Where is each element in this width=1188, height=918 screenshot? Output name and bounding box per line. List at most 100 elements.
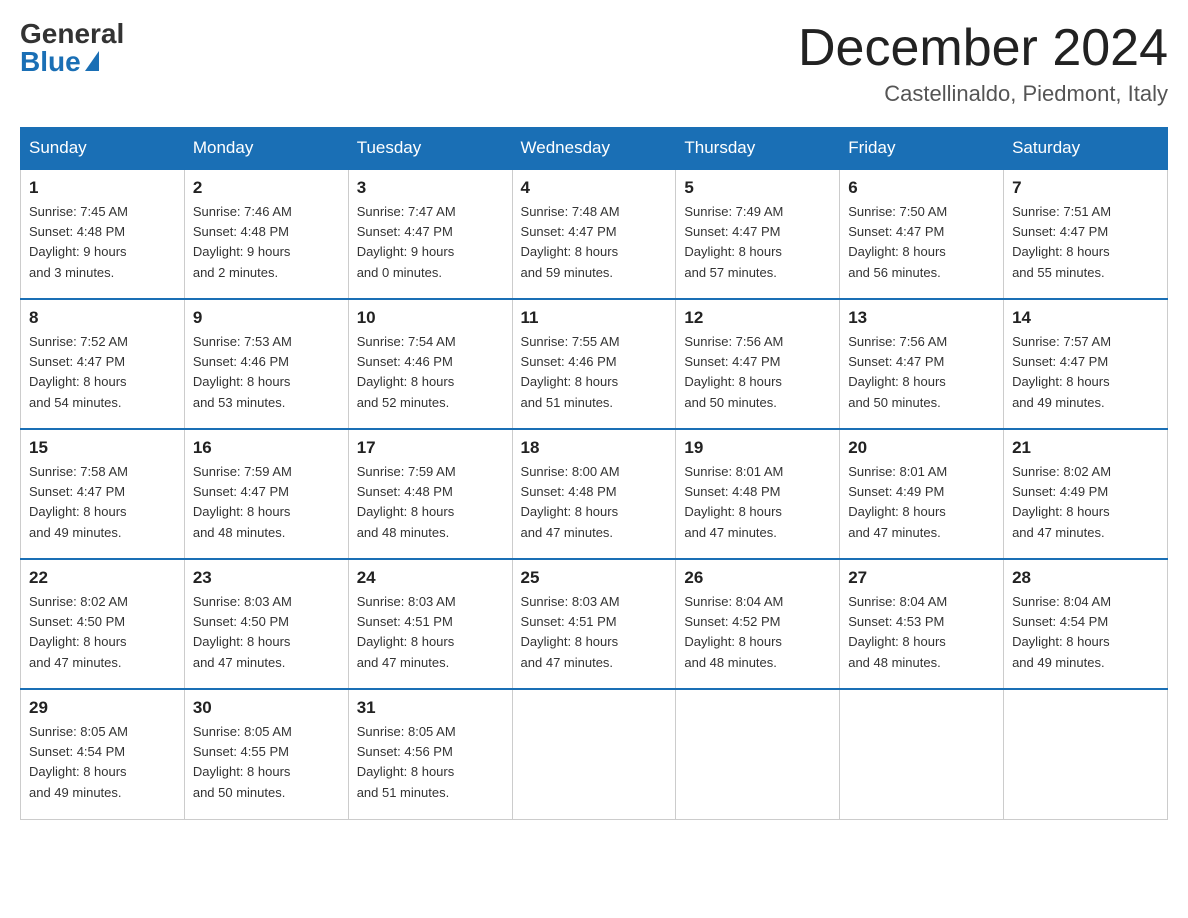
day-number: 11 [521,308,668,328]
day-info: Sunrise: 8:01 AM Sunset: 4:49 PM Dayligh… [848,462,995,543]
day-cell: 10 Sunrise: 7:54 AM Sunset: 4:46 PM Dayli… [348,299,512,429]
day-info: Sunrise: 7:51 AM Sunset: 4:47 PM Dayligh… [1012,202,1159,283]
calendar-subtitle: Castellinaldo, Piedmont, Italy [798,81,1168,107]
day-info: Sunrise: 7:54 AM Sunset: 4:46 PM Dayligh… [357,332,504,413]
day-number: 24 [357,568,504,588]
day-info: Sunrise: 7:53 AM Sunset: 4:46 PM Dayligh… [193,332,340,413]
day-number: 4 [521,178,668,198]
day-info: Sunrise: 7:52 AM Sunset: 4:47 PM Dayligh… [29,332,176,413]
page-header: General Blue December 2024 Castellinaldo… [20,20,1168,107]
day-cell: 12 Sunrise: 7:56 AM Sunset: 4:47 PM Dayli… [676,299,840,429]
day-info: Sunrise: 8:05 AM Sunset: 4:54 PM Dayligh… [29,722,176,803]
day-number: 20 [848,438,995,458]
day-cell: 13Sunrise: 7:56 AM Sunset: 4:47 PM Dayli… [840,299,1004,429]
day-header-monday: Monday [184,128,348,170]
day-number: 30 [193,698,340,718]
day-cell [840,689,1004,819]
day-info: Sunrise: 7:45 AM Sunset: 4:48 PM Dayligh… [29,202,176,283]
day-number: 27 [848,568,995,588]
day-number: 1 [29,178,176,198]
day-cell: 16Sunrise: 7:59 AM Sunset: 4:47 PM Dayli… [184,429,348,559]
day-cell: 7Sunrise: 7:51 AM Sunset: 4:47 PM Daylig… [1004,169,1168,299]
day-number: 3 [357,178,504,198]
logo-blue-text: Blue [20,48,99,76]
day-cell: 30 Sunrise: 8:05 AM Sunset: 4:55 PM Dayli… [184,689,348,819]
day-cell [1004,689,1168,819]
day-header-wednesday: Wednesday [512,128,676,170]
day-number: 14 [1012,308,1159,328]
day-info: Sunrise: 8:03 AM Sunset: 4:50 PM Dayligh… [193,592,340,673]
week-row-3: 15Sunrise: 7:58 AM Sunset: 4:47 PM Dayli… [21,429,1168,559]
day-number: 21 [1012,438,1159,458]
day-cell: 8 Sunrise: 7:52 AM Sunset: 4:47 PM Daylig… [21,299,185,429]
day-info: Sunrise: 8:01 AM Sunset: 4:48 PM Dayligh… [684,462,831,543]
day-info: Sunrise: 7:46 AM Sunset: 4:48 PM Dayligh… [193,202,340,283]
day-cell: 31 Sunrise: 8:05 AM Sunset: 4:56 PM Dayli… [348,689,512,819]
day-info: Sunrise: 7:56 AM Sunset: 4:47 PM Dayligh… [684,332,831,413]
day-cell [676,689,840,819]
title-block: December 2024 Castellinaldo, Piedmont, I… [798,20,1168,107]
day-cell: 29Sunrise: 8:05 AM Sunset: 4:54 PM Dayli… [21,689,185,819]
day-cell: 23Sunrise: 8:03 AM Sunset: 4:50 PM Dayli… [184,559,348,689]
calendar-title: December 2024 [798,20,1168,77]
day-cell: 26Sunrise: 8:04 AM Sunset: 4:52 PM Dayli… [676,559,840,689]
day-header-friday: Friday [840,128,1004,170]
day-number: 2 [193,178,340,198]
day-number: 18 [521,438,668,458]
day-cell: 27 Sunrise: 8:04 AM Sunset: 4:53 PM Dayli… [840,559,1004,689]
logo: General Blue [20,20,124,76]
logo-triangle-icon [85,51,99,71]
day-header-sunday: Sunday [21,128,185,170]
day-info: Sunrise: 7:58 AM Sunset: 4:47 PM Dayligh… [29,462,176,543]
day-number: 17 [357,438,504,458]
day-info: Sunrise: 7:50 AM Sunset: 4:47 PM Dayligh… [848,202,995,283]
day-number: 28 [1012,568,1159,588]
day-cell: 9Sunrise: 7:53 AM Sunset: 4:46 PM Daylig… [184,299,348,429]
day-cell: 14 Sunrise: 7:57 AM Sunset: 4:47 PM Dayli… [1004,299,1168,429]
day-number: 12 [684,308,831,328]
day-info: Sunrise: 8:02 AM Sunset: 4:49 PM Dayligh… [1012,462,1159,543]
day-number: 25 [521,568,668,588]
day-info: Sunrise: 8:04 AM Sunset: 4:54 PM Dayligh… [1012,592,1159,673]
day-info: Sunrise: 8:03 AM Sunset: 4:51 PM Dayligh… [521,592,668,673]
day-info: Sunrise: 8:02 AM Sunset: 4:50 PM Dayligh… [29,592,176,673]
day-info: Sunrise: 7:59 AM Sunset: 4:47 PM Dayligh… [193,462,340,543]
day-header-saturday: Saturday [1004,128,1168,170]
day-cell: 20 Sunrise: 8:01 AM Sunset: 4:49 PM Dayli… [840,429,1004,559]
week-row-5: 29Sunrise: 8:05 AM Sunset: 4:54 PM Dayli… [21,689,1168,819]
day-cell: 4Sunrise: 7:48 AM Sunset: 4:47 PM Daylig… [512,169,676,299]
day-info: Sunrise: 8:04 AM Sunset: 4:53 PM Dayligh… [848,592,995,673]
day-info: Sunrise: 8:05 AM Sunset: 4:55 PM Dayligh… [193,722,340,803]
day-cell: 22 Sunrise: 8:02 AM Sunset: 4:50 PM Dayli… [21,559,185,689]
day-cell: 15Sunrise: 7:58 AM Sunset: 4:47 PM Dayli… [21,429,185,559]
day-info: Sunrise: 8:05 AM Sunset: 4:56 PM Dayligh… [357,722,504,803]
day-cell: 28 Sunrise: 8:04 AM Sunset: 4:54 PM Dayli… [1004,559,1168,689]
logo-general-text: General [20,20,124,48]
day-info: Sunrise: 7:59 AM Sunset: 4:48 PM Dayligh… [357,462,504,543]
day-info: Sunrise: 7:56 AM Sunset: 4:47 PM Dayligh… [848,332,995,413]
day-info: Sunrise: 7:49 AM Sunset: 4:47 PM Dayligh… [684,202,831,283]
day-cell: 24Sunrise: 8:03 AM Sunset: 4:51 PM Dayli… [348,559,512,689]
day-cell: 25 Sunrise: 8:03 AM Sunset: 4:51 PM Dayli… [512,559,676,689]
day-cell: 3 Sunrise: 7:47 AM Sunset: 4:47 PM Daylig… [348,169,512,299]
day-number: 5 [684,178,831,198]
day-cell: 2 Sunrise: 7:46 AM Sunset: 4:48 PM Daylig… [184,169,348,299]
day-cell: 19Sunrise: 8:01 AM Sunset: 4:48 PM Dayli… [676,429,840,559]
week-row-2: 8 Sunrise: 7:52 AM Sunset: 4:47 PM Daylig… [21,299,1168,429]
day-info: Sunrise: 7:55 AM Sunset: 4:46 PM Dayligh… [521,332,668,413]
week-row-1: 1 Sunrise: 7:45 AM Sunset: 4:48 PM Daylig… [21,169,1168,299]
day-cell: 18 Sunrise: 8:00 AM Sunset: 4:48 PM Dayli… [512,429,676,559]
day-header-tuesday: Tuesday [348,128,512,170]
day-cell [512,689,676,819]
day-info: Sunrise: 7:47 AM Sunset: 4:47 PM Dayligh… [357,202,504,283]
calendar-table: SundayMondayTuesdayWednesdayThursdayFrid… [20,127,1168,820]
day-number: 10 [357,308,504,328]
day-info: Sunrise: 8:00 AM Sunset: 4:48 PM Dayligh… [521,462,668,543]
day-info: Sunrise: 7:57 AM Sunset: 4:47 PM Dayligh… [1012,332,1159,413]
day-number: 8 [29,308,176,328]
day-number: 31 [357,698,504,718]
day-cell: 21 Sunrise: 8:02 AM Sunset: 4:49 PM Dayli… [1004,429,1168,559]
days-header-row: SundayMondayTuesdayWednesdayThursdayFrid… [21,128,1168,170]
day-number: 26 [684,568,831,588]
day-number: 22 [29,568,176,588]
